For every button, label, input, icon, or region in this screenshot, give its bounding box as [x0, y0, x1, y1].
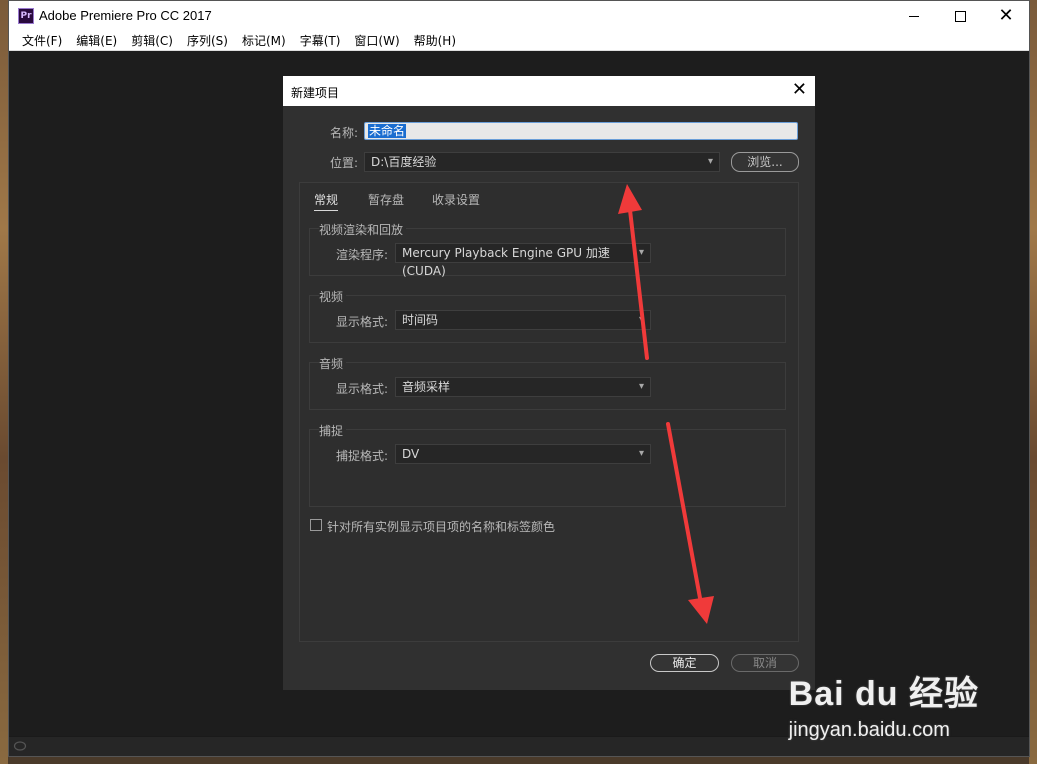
dialog-title-bar: 新建项目 ✕: [283, 76, 815, 106]
capture-format-value: DV: [402, 447, 420, 461]
annotation-arrow-up: [618, 184, 649, 360]
dialog-close-icon[interactable]: ✕: [792, 81, 807, 99]
minimize-icon: [909, 15, 919, 17]
video-display-format-label: 显示格式:: [336, 315, 389, 329]
maximize-button[interactable]: [937, 1, 983, 31]
menu-window[interactable]: 窗口(W): [347, 31, 406, 50]
premiere-window: Pr Adobe Premiere Pro CC 2017 ✕ 文件(F) 编辑…: [8, 0, 1030, 757]
title-bar: Pr Adobe Premiere Pro CC 2017 ✕: [9, 1, 1029, 31]
group-video-render-title: 视频渲染和回放: [319, 221, 407, 238]
maximize-icon: [954, 10, 966, 22]
audio-display-format-value: 音频采样: [402, 380, 451, 394]
capture-format-dropdown[interactable]: DV ▾: [395, 444, 651, 464]
renderer-label: 渲染程序:: [336, 248, 389, 262]
chevron-down-icon: ▾: [638, 448, 644, 459]
name-input-value: 未命名: [368, 124, 407, 138]
menu-marker[interactable]: 标记(M): [235, 31, 293, 50]
close-icon: ✕: [998, 5, 1014, 26]
menu-bar: 文件(F) 编辑(E) 剪辑(C) 序列(S) 标记(M) 字幕(T) 窗口(W…: [9, 31, 1029, 51]
menu-title[interactable]: 字幕(T): [293, 31, 348, 50]
minimize-button[interactable]: [891, 1, 937, 31]
location-dropdown[interactable]: D:\百度经验 ▾: [364, 152, 720, 172]
menu-edit[interactable]: 编辑(E): [69, 31, 124, 50]
close-button[interactable]: ✕: [983, 1, 1029, 31]
ok-button[interactable]: 确定: [650, 654, 719, 672]
capture-format-label: 捕捉格式:: [336, 449, 389, 463]
group-video-title: 视频: [319, 288, 347, 305]
browse-button[interactable]: 浏览...: [731, 152, 799, 172]
show-labels-checkbox[interactable]: [310, 519, 322, 531]
baidu-watermark-url: jingyan.baidu.com: [788, 719, 950, 741]
baidu-watermark-brand: Bai du 经验: [788, 675, 979, 713]
audio-display-format-label: 显示格式:: [336, 382, 389, 396]
show-labels-checkbox-label: 针对所有实例显示项目项的名称和标签颜色: [327, 520, 556, 534]
tab-ingest-settings[interactable]: 收录设置: [432, 191, 480, 208]
dialog-title: 新建项目: [291, 86, 340, 100]
new-project-dialog: 新建项目 ✕ 名称: 未命名 位置: D:\百度经验 ▾ 浏览... 常规 暂存…: [283, 76, 815, 690]
group-video-render: 视频渲染和回放 渲染程序: Mercury Playback Engine GP…: [309, 221, 786, 278]
menu-sequence[interactable]: 序列(S): [180, 31, 235, 50]
chevron-down-icon: ▾: [638, 381, 644, 392]
tab-scratch-disks[interactable]: 暂存盘: [368, 191, 404, 208]
location-value: D:\百度经验: [371, 155, 437, 169]
desktop-background-left: [0, 0, 8, 764]
location-label: 位置:: [330, 156, 359, 170]
name-label: 名称:: [330, 126, 359, 140]
baidu-watermark: Bai du 经验 jingyan.baidu.com: [789, 666, 979, 742]
premiere-app-icon: Pr: [18, 8, 34, 24]
menu-help[interactable]: 帮助(H): [407, 31, 463, 50]
tab-general[interactable]: 常规: [314, 191, 339, 211]
name-input[interactable]: 未命名: [364, 122, 798, 140]
group-capture-title: 捕捉: [319, 422, 347, 439]
menu-clip[interactable]: 剪辑(C): [124, 31, 180, 50]
group-audio: 音频 显示格式: 音频采样 ▾: [309, 355, 786, 410]
group-audio-title: 音频: [319, 355, 347, 372]
menu-file[interactable]: 文件(F): [15, 31, 69, 50]
settings-tab-panel: 常规 暂存盘 收录设置 视频渲染和回放 渲染程序: Mercury Playba…: [299, 182, 799, 642]
sync-status-icon[interactable]: [13, 740, 27, 752]
renderer-value: Mercury Playback Engine GPU 加速 (CUDA): [402, 246, 610, 278]
video-display-format-value: 时间码: [402, 313, 439, 327]
group-video: 视频 显示格式: 时间码 ▾: [309, 288, 786, 343]
desktop-background-right: [1029, 0, 1037, 764]
annotation-arrow-down: [666, 422, 714, 624]
chevron-down-icon: ▾: [707, 156, 713, 167]
window-title: Adobe Premiere Pro CC 2017: [39, 8, 212, 23]
audio-display-format-dropdown[interactable]: 音频采样 ▾: [395, 377, 651, 397]
